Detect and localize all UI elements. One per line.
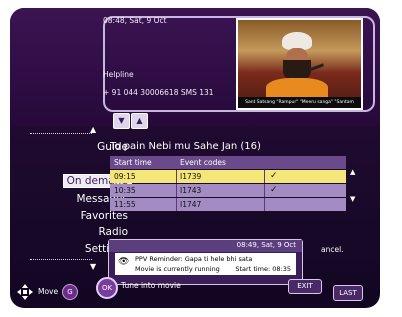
channel-title: To pain Nebi mu Sahe Jan (16) bbox=[110, 141, 261, 152]
row-code: I1743 bbox=[180, 186, 202, 195]
event-table: Start time Event codes 09:15 I1739 ✓ 10:… bbox=[110, 156, 346, 211]
check-icon: ✓ bbox=[270, 171, 278, 181]
table-row[interactable]: 09:15 I1739 ✓ bbox=[110, 170, 346, 183]
movie-running-text: Movie is currently running bbox=[135, 265, 220, 273]
sidebar-divider-top bbox=[30, 133, 92, 134]
popup-body: 👁 PPV Reminder: Gapa ti hele bhi sata Mo… bbox=[115, 253, 296, 275]
helpline-number: + 91 044 30006618 SMS 131 bbox=[103, 88, 214, 97]
eye-icon: 👁 bbox=[118, 257, 130, 267]
header-event-codes: Event codes bbox=[180, 158, 226, 167]
row-code: I1747 bbox=[180, 200, 202, 209]
ppv-reminder-text: PPV Reminder: Gapa ti hele bhi sata bbox=[135, 255, 253, 263]
dpad-icon bbox=[17, 284, 33, 300]
table-row[interactable]: 11:55 I1747 bbox=[110, 198, 346, 211]
cancel-text: ancel. bbox=[321, 245, 344, 254]
ok-button[interactable]: OK bbox=[96, 277, 118, 299]
row-time: 11:55 bbox=[114, 200, 136, 209]
move-label: Move bbox=[38, 287, 59, 296]
menu-item-favorites[interactable]: Favorites bbox=[81, 210, 128, 222]
page-up-button[interactable]: ▲ bbox=[131, 113, 148, 129]
table-scroll-up-icon[interactable]: ▲ bbox=[350, 168, 355, 176]
start-time-text: Start time: 08:35 bbox=[235, 265, 291, 273]
exit-button[interactable]: EXIT bbox=[288, 279, 322, 294]
current-datetime: 08:48, Sat, 9 Oct bbox=[103, 16, 167, 25]
sidebar-divider-bottom bbox=[30, 259, 92, 260]
popup-datetime: 08:49, Sat, 9 Oct bbox=[236, 241, 296, 249]
row-time: 10:35 bbox=[114, 186, 136, 195]
row-time: 09:15 bbox=[114, 172, 136, 181]
row-code: I1739 bbox=[180, 172, 202, 181]
header-start-time: Start time bbox=[114, 158, 152, 167]
menu-item-radio[interactable]: Radio bbox=[98, 226, 128, 238]
menu-down-arrow-icon[interactable]: ▼ bbox=[90, 262, 96, 271]
menu-up-arrow-icon[interactable]: ▲ bbox=[90, 125, 96, 134]
last-button[interactable]: LAST bbox=[333, 285, 363, 301]
table-scroll-down-icon[interactable]: ▼ bbox=[350, 195, 355, 203]
helpline-label: Helpline bbox=[103, 70, 134, 79]
page-down-button[interactable]: ▼ bbox=[113, 113, 130, 129]
video-preview: Sant Satsang "Rampur" "Meeru sanga" "San… bbox=[236, 18, 363, 110]
g-button[interactable]: G bbox=[62, 284, 78, 300]
tune-into-movie-label: Tune into movie bbox=[121, 281, 181, 290]
ppv-reminder-popup: 08:49, Sat, 9 Oct 👁 PPV Reminder: Gapa t… bbox=[108, 239, 303, 285]
popup-header: 08:49, Sat, 9 Oct bbox=[109, 240, 302, 252]
table-row[interactable]: 10:35 I1743 ✓ bbox=[110, 184, 346, 197]
check-icon: ✓ bbox=[270, 185, 278, 195]
table-header: Start time Event codes bbox=[110, 156, 346, 169]
video-caption: Sant Satsang "Rampur" "Meeru sanga" "San… bbox=[238, 97, 361, 108]
